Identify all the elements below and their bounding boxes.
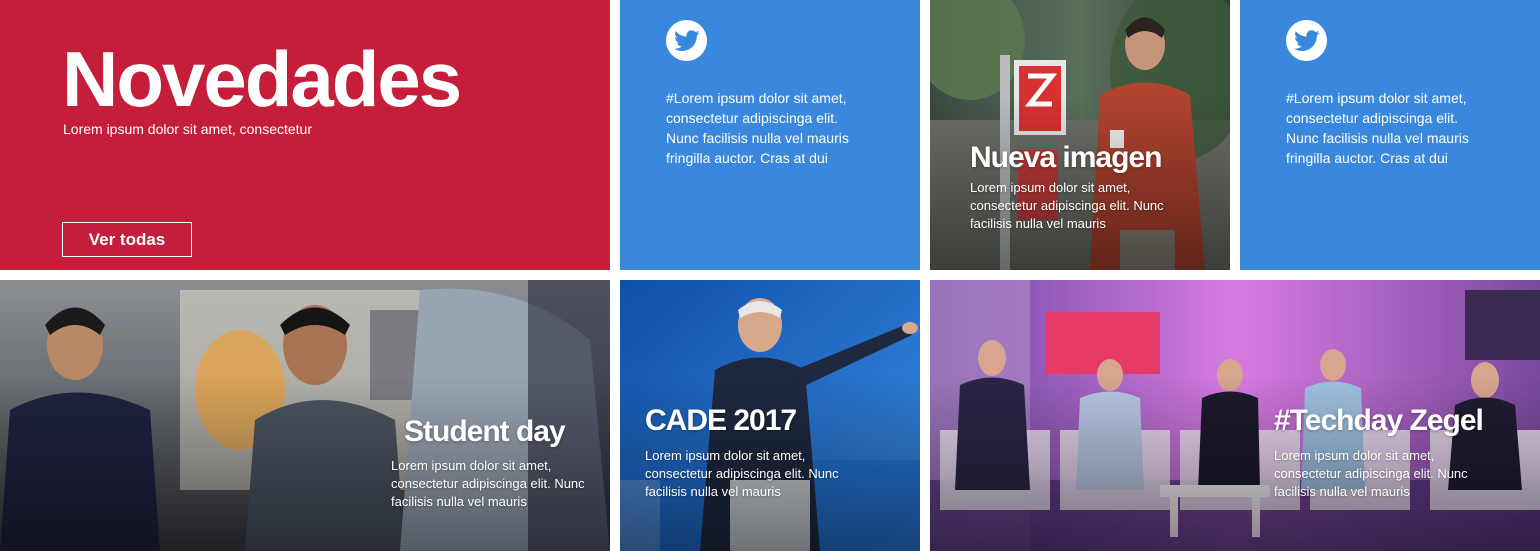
card-title: CADE 2017 bbox=[645, 404, 797, 437]
novedades-title: Novedades bbox=[62, 35, 462, 123]
card-text: Lorem ipsum dolor sit amet, consectetur … bbox=[645, 448, 839, 499]
tweet-tile-2[interactable]: #Lorem ipsum dolor sit amet, consectetur… bbox=[1240, 0, 1540, 270]
card-title: #Techday Zegel bbox=[1274, 404, 1484, 437]
novedades-tile: Novedades Lorem ipsum dolor sit amet, co… bbox=[0, 0, 610, 270]
twitter-bird-icon bbox=[666, 20, 707, 61]
card-nueva-imagen[interactable]: Nueva imagen Lorem ipsum dolor sit amet,… bbox=[930, 0, 1230, 270]
card-text: Lorem ipsum dolor sit amet, consectetur … bbox=[970, 180, 1164, 231]
ver-todas-button[interactable]: Ver todas bbox=[62, 222, 192, 257]
card-techday-zegel[interactable]: #Techday Zegel Lorem ipsum dolor sit ame… bbox=[930, 280, 1540, 551]
tweet-text: #Lorem ipsum dolor sit amet, consectetur… bbox=[666, 90, 849, 166]
card-cade-2017[interactable]: CADE 2017 Lorem ipsum dolor sit amet, co… bbox=[620, 280, 920, 551]
card-text: Lorem ipsum dolor sit amet, consectetur … bbox=[391, 458, 585, 509]
card-title: Nueva imagen bbox=[970, 141, 1162, 174]
card-student-day[interactable]: Student day Lorem ipsum dolor sit amet, … bbox=[0, 280, 610, 551]
twitter-bird-icon bbox=[1286, 20, 1327, 61]
card-text: Lorem ipsum dolor sit amet, consectetur … bbox=[1274, 448, 1468, 499]
card-title: Student day bbox=[404, 415, 566, 448]
tweet-tile-1[interactable]: #Lorem ipsum dolor sit amet, consectetur… bbox=[620, 0, 920, 270]
tweet-text: #Lorem ipsum dolor sit amet, consectetur… bbox=[1286, 90, 1469, 166]
novedades-subtitle: Lorem ipsum dolor sit amet, consectetur bbox=[63, 121, 312, 137]
